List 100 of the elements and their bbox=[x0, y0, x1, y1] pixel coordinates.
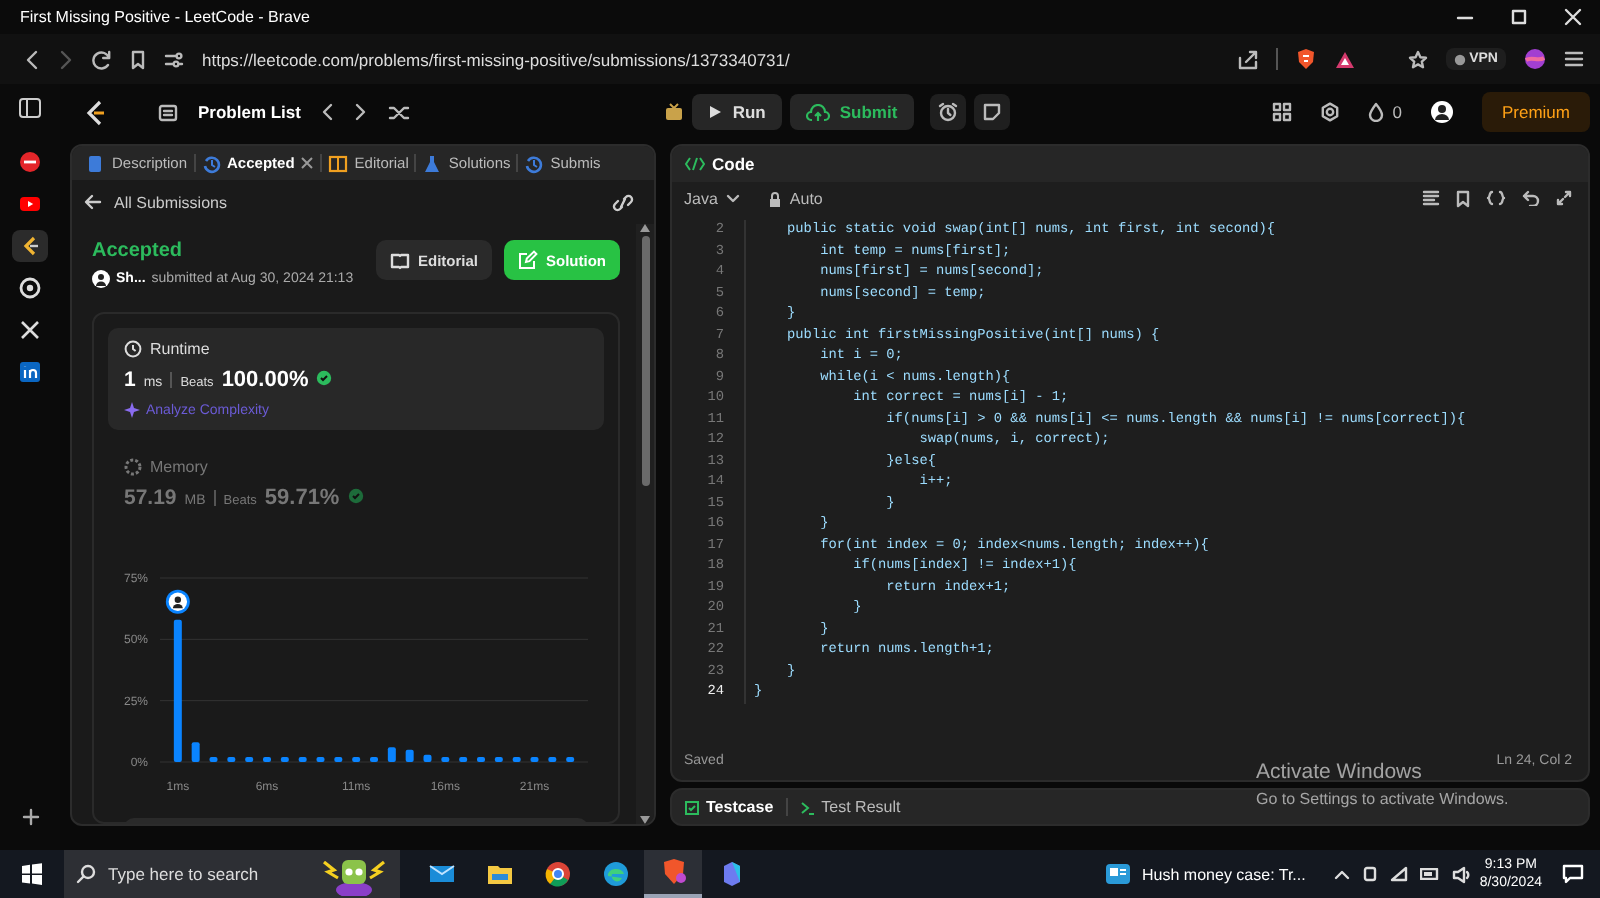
scroll-up-icon[interactable] bbox=[640, 224, 650, 232]
terminal-icon bbox=[799, 799, 816, 815]
linkedin-icon bbox=[18, 360, 42, 384]
format-icon[interactable] bbox=[1422, 190, 1440, 206]
alarm-clock-icon[interactable] bbox=[937, 102, 958, 122]
premium-button[interactable]: Premium bbox=[1481, 92, 1590, 132]
avatar-icon bbox=[92, 270, 110, 288]
chart-bar[interactable] bbox=[530, 757, 539, 762]
beats-percent: 100.00% bbox=[221, 368, 309, 392]
sidebar-panel-icon bbox=[18, 96, 42, 120]
reload-icon[interactable] bbox=[92, 49, 112, 69]
avatar-marker-icon bbox=[165, 589, 190, 614]
chat-app-icon bbox=[18, 276, 42, 300]
maximize-icon[interactable] bbox=[1510, 8, 1528, 26]
chart-bar[interactable] bbox=[459, 757, 468, 762]
chart-bar[interactable] bbox=[387, 747, 396, 762]
video-play-icon bbox=[18, 192, 42, 216]
chart-bar[interactable] bbox=[191, 742, 200, 762]
undo-icon[interactable] bbox=[1522, 190, 1540, 206]
link-icon[interactable] bbox=[612, 193, 634, 211]
star-icon[interactable] bbox=[1407, 49, 1428, 69]
document-icon bbox=[86, 153, 106, 173]
search-field[interactable]: Type here to search bbox=[64, 850, 400, 898]
braces-icon[interactable] bbox=[1486, 190, 1506, 206]
console-tab[interactable]: Test Result bbox=[799, 798, 901, 816]
window-title: First Missing Positive - LeetCode - Brave bbox=[20, 8, 312, 26]
menu-icon[interactable] bbox=[1564, 50, 1584, 68]
notification-icon[interactable] bbox=[1562, 864, 1584, 884]
badge-icon bbox=[316, 370, 333, 386]
shield-icon bbox=[1453, 53, 1466, 65]
avatar-icon[interactable] bbox=[1429, 100, 1454, 124]
activation-message: Go to Settings to activate Windows. bbox=[1256, 790, 1509, 808]
beats-percent: 59.71% bbox=[264, 486, 340, 510]
chart-bar[interactable] bbox=[263, 757, 271, 762]
chart-bar[interactable] bbox=[227, 757, 236, 762]
start-icon[interactable] bbox=[20, 862, 44, 886]
chart-bar[interactable] bbox=[280, 757, 289, 762]
chart-bar[interactable] bbox=[245, 757, 254, 762]
chart-bar[interactable] bbox=[370, 757, 378, 762]
x-letter-icon bbox=[18, 318, 42, 342]
bookmark-icon[interactable] bbox=[130, 49, 146, 69]
console-tab[interactable]: Testcase bbox=[684, 798, 774, 816]
chart-bar[interactable] bbox=[316, 757, 325, 762]
taskbar-app[interactable] bbox=[644, 850, 702, 898]
code-app-icon bbox=[18, 234, 42, 258]
book-icon bbox=[389, 251, 410, 269]
chart-bar[interactable] bbox=[477, 757, 485, 762]
speaker-icon[interactable] bbox=[1451, 865, 1472, 883]
metric-value: 57.19 bbox=[124, 486, 177, 510]
chevron-up-icon[interactable] bbox=[1333, 868, 1350, 880]
metric-value: 1 bbox=[124, 368, 136, 392]
language-select[interactable]: Java bbox=[684, 190, 718, 208]
news-headline[interactable]: Hush money case: Tr... bbox=[1142, 865, 1306, 883]
scroll-down-icon[interactable] bbox=[640, 816, 650, 824]
status-text: Accepted bbox=[92, 240, 185, 262]
code-brackets-icon bbox=[684, 156, 706, 172]
settings-icon[interactable] bbox=[1320, 102, 1341, 122]
chart-bar[interactable] bbox=[441, 757, 450, 762]
chart-bar[interactable] bbox=[423, 754, 432, 762]
chart-bar[interactable] bbox=[512, 757, 521, 762]
chart-bar[interactable] bbox=[548, 757, 557, 762]
forward-icon[interactable] bbox=[58, 49, 74, 69]
back-arrow-icon[interactable] bbox=[84, 194, 102, 210]
chart-bar[interactable] bbox=[209, 757, 218, 762]
battery-icon[interactable] bbox=[1419, 868, 1440, 880]
history-icon bbox=[201, 153, 222, 173]
chart-bar[interactable] bbox=[494, 757, 503, 762]
lock-icon bbox=[767, 191, 782, 207]
layout-grid-icon[interactable] bbox=[1272, 102, 1293, 122]
mode-label: Auto bbox=[789, 190, 823, 208]
news-icon[interactable] bbox=[1104, 862, 1133, 886]
all-submissions-link[interactable]: All Submissions bbox=[114, 193, 227, 211]
sparkle-icon bbox=[124, 402, 140, 418]
problem-list-link[interactable]: Problem List bbox=[198, 102, 301, 122]
site-settings-icon[interactable] bbox=[164, 49, 184, 69]
submit-button[interactable]: Submit bbox=[789, 94, 914, 130]
scrollbar-thumb[interactable] bbox=[641, 236, 649, 486]
triangle-icon[interactable] bbox=[1333, 49, 1356, 69]
chart-bar[interactable] bbox=[405, 749, 414, 762]
back-icon[interactable] bbox=[24, 49, 40, 69]
previous-icon[interactable] bbox=[320, 102, 335, 122]
chart-bar[interactable] bbox=[298, 757, 307, 762]
shuffle-icon[interactable] bbox=[388, 103, 411, 121]
sidebar-item[interactable] bbox=[12, 230, 48, 262]
expand-icon[interactable] bbox=[1556, 190, 1572, 206]
next-icon[interactable] bbox=[354, 102, 369, 122]
url-field[interactable]: https://leetcode.com/problems/first-missing-positive/submissions/1373340731/ bbox=[202, 49, 1218, 69]
metric-label: Runtime bbox=[150, 340, 210, 358]
chart-bar[interactable] bbox=[334, 757, 343, 762]
profile-icon[interactable] bbox=[1524, 48, 1546, 70]
share-icon[interactable] bbox=[1235, 49, 1258, 69]
bookmark-icon[interactable] bbox=[1456, 190, 1470, 208]
note-icon[interactable] bbox=[981, 102, 1002, 122]
chart-bar[interactable] bbox=[352, 757, 361, 762]
chevron-down-icon[interactable] bbox=[725, 194, 740, 204]
chart-bar[interactable] bbox=[173, 619, 182, 762]
chart-bar[interactable] bbox=[566, 757, 575, 762]
add-icon[interactable] bbox=[21, 808, 39, 826]
clock-icon bbox=[124, 340, 142, 358]
run-button[interactable]: Run bbox=[692, 94, 782, 130]
